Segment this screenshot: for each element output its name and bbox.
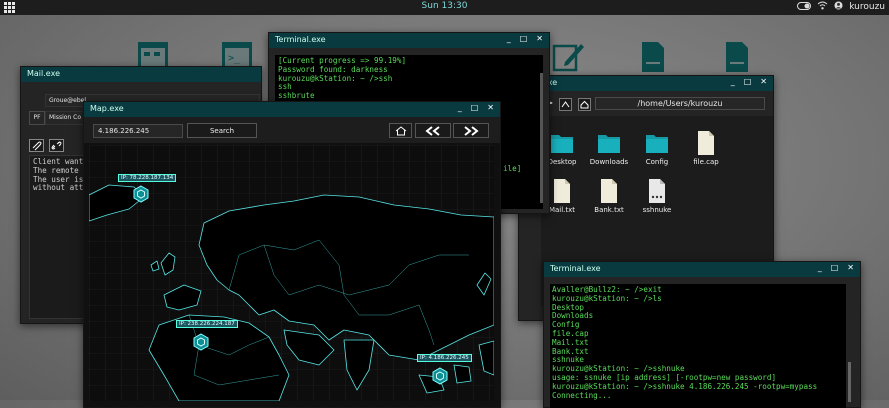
folder-icon	[598, 135, 620, 153]
explorer-item-label: sshnuke	[642, 206, 672, 214]
terminal-line: kurouzu@kStation: ~ />ls	[552, 293, 662, 303]
maximize-icon[interactable]: □	[471, 103, 479, 112]
file-icon	[554, 179, 570, 203]
map-marker-label: IP: 238.226.224.187	[176, 320, 238, 328]
double-right-icon	[464, 125, 479, 136]
hex-marker-icon[interactable]	[193, 333, 209, 351]
terminal-line: Bank.txt	[552, 346, 589, 356]
double-left-icon	[425, 125, 440, 136]
hex-marker-icon[interactable]	[133, 185, 149, 203]
window-title: Terminal.exe	[550, 264, 601, 273]
explorer-item[interactable]: Bank.txt	[582, 178, 636, 214]
minimize-icon[interactable]: _	[458, 103, 462, 112]
minimize-icon[interactable]: _	[731, 77, 735, 86]
forward-button[interactable]	[453, 123, 489, 138]
window-title: Map.exe	[90, 104, 124, 113]
terminal-line: Config	[552, 320, 580, 330]
terminal-line: ile]	[503, 164, 522, 173]
window-title: Mail.exe	[27, 69, 60, 78]
home-icon	[395, 125, 406, 135]
minimize-icon[interactable]: _	[818, 263, 822, 272]
hex-marker-icon[interactable]	[432, 367, 448, 385]
desktop-edit-icon[interactable]	[551, 40, 585, 74]
explorer-item-label: Bank.txt	[594, 206, 624, 214]
svg-text:>_: >_	[228, 53, 241, 64]
terminal-titlebar[interactable]: Terminal.exe _ □ ✕	[269, 33, 549, 48]
maximize-icon[interactable]: □	[520, 34, 528, 43]
minimize-icon[interactable]: _	[507, 34, 511, 43]
back-button[interactable]	[415, 123, 451, 138]
desktop-file-icon[interactable]	[636, 40, 670, 74]
terminal-line: Desktop	[552, 302, 585, 312]
terminal-titlebar[interactable]: Terminal.exe _ □ ✕	[544, 262, 860, 277]
explorer-item-label: file.cap	[693, 158, 719, 166]
user-icon[interactable]	[834, 1, 843, 13]
ip-input[interactable]: 4.186.226.245	[93, 124, 183, 138]
map-window: Map.exe _ □ ✕ 4.186.226.245 Search IP: 7…	[83, 101, 501, 408]
home-button[interactable]	[389, 123, 412, 138]
clock: Sun 13:30	[421, 1, 468, 11]
terminal-line: Downloads	[552, 311, 594, 321]
explorer-item[interactable]: file.cap	[679, 130, 733, 166]
explorer-item[interactable]: Downloads	[582, 130, 636, 166]
close-icon[interactable]: ✕	[536, 34, 543, 43]
close-icon[interactable]: ✕	[847, 263, 854, 272]
paperclip-icon[interactable]	[29, 137, 44, 156]
terminal-line: file.cap	[552, 328, 589, 338]
explorer-item[interactable]: sshnuke	[630, 178, 684, 214]
maximize-icon[interactable]: □	[831, 263, 839, 272]
link-icon[interactable]	[49, 137, 64, 156]
close-icon[interactable]: ✕	[487, 103, 494, 112]
user-name[interactable]: kurouzu	[849, 2, 885, 12]
close-icon[interactable]: ✕	[760, 77, 767, 86]
map-titlebar[interactable]: Map.exe _ □ ✕	[84, 102, 500, 117]
map-marker-label: IP: 78.228.187.134	[118, 174, 177, 182]
top-bar: Sun 13:30 kurouzu	[0, 0, 889, 15]
explorer-item[interactable]: Config	[630, 130, 684, 166]
terminal-line: kurouzu@kStation: ~ />ssh	[278, 73, 393, 83]
exec-file-icon	[649, 179, 665, 203]
terminal-line: Mail.txt	[552, 337, 589, 347]
explorer-titlebar[interactable]: orer.exe _ □ ✕	[519, 76, 773, 91]
terminal-output[interactable]: Avaller@Bullz2: ~ />exit kurouzu@kStatio…	[550, 284, 846, 408]
map-marker-label: IP: 4.186.226.245	[417, 354, 472, 362]
desktop-file-icon[interactable]	[720, 40, 754, 74]
terminal-line: ssh	[278, 82, 292, 92]
folder-icon	[646, 135, 668, 153]
mail-titlebar[interactable]: Mail.exe	[21, 67, 261, 82]
path-field[interactable]: /home/Users/kurouzu	[595, 97, 765, 110]
terminal-line: Connecting...	[552, 390, 612, 400]
terminal-line: sshbrute	[278, 91, 315, 101]
window-title: Terminal.exe	[275, 35, 326, 44]
scrollbar[interactable]	[540, 73, 543, 203]
explorer-item-label: Config	[645, 158, 669, 166]
toggle-icon[interactable]	[797, 1, 812, 13]
world-map[interactable]	[89, 145, 494, 401]
wifi-icon[interactable]	[817, 1, 828, 13]
search-button[interactable]: Search	[187, 123, 257, 138]
up-icon[interactable]	[559, 96, 572, 115]
maximize-icon[interactable]: □	[744, 77, 752, 86]
explorer-item-label: Downloads	[589, 158, 629, 166]
file-icon	[601, 179, 617, 203]
mail-pf[interactable]: PF	[29, 111, 45, 125]
home-icon[interactable]	[578, 96, 591, 115]
folder-icon	[551, 135, 573, 153]
terminal-window: Terminal.exe _ □ ✕ Avaller@Bullz2: ~ />e…	[543, 261, 861, 408]
file-icon	[698, 131, 714, 155]
scrollbar[interactable]	[848, 362, 851, 402]
